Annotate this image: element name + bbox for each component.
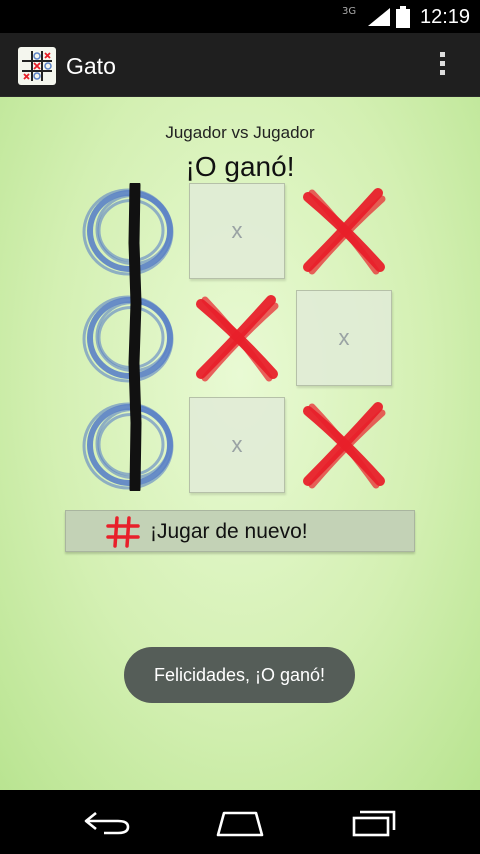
o-mark xyxy=(82,188,174,276)
home-icon[interactable] xyxy=(214,808,266,838)
back-icon[interactable] xyxy=(82,808,134,838)
play-again-button[interactable]: ¡Jugar de nuevo! xyxy=(65,510,415,552)
game-screen: Jugador vs Jugador ¡O ganó! x x x ¡Jugar d… xyxy=(0,97,480,790)
network-indicator: 3G xyxy=(342,6,357,17)
result-label: ¡O ganó! xyxy=(185,151,295,182)
x-mark xyxy=(303,188,386,275)
o-mark xyxy=(82,402,174,490)
board-cell-1-2[interactable]: x xyxy=(296,290,392,386)
board-cell-1-1 xyxy=(189,290,285,386)
game-mode-label: Jugador vs Jugador xyxy=(165,123,315,142)
signal-icon xyxy=(368,8,390,26)
hash-icon xyxy=(106,516,140,548)
x-mark xyxy=(303,402,386,489)
game-board: x x x xyxy=(82,183,402,503)
battery-icon xyxy=(396,6,410,28)
cell-placeholder: x xyxy=(338,325,350,350)
tic-tac-toe-icon xyxy=(18,47,56,85)
o-mark xyxy=(82,295,174,383)
board-cell-2-1[interactable]: x xyxy=(189,397,285,493)
board-cell-1-0 xyxy=(82,290,178,386)
play-again-label: ¡Jugar de nuevo! xyxy=(150,520,308,543)
action-bar: Gato xyxy=(0,33,480,97)
status-bar: 3G 12:19 xyxy=(0,0,480,33)
recents-icon[interactable] xyxy=(348,808,400,838)
cell-placeholder: x xyxy=(231,432,243,457)
app-title: Gato xyxy=(66,53,116,79)
overflow-menu-icon[interactable] xyxy=(430,49,454,81)
board-cell-2-0 xyxy=(82,397,178,493)
x-mark xyxy=(196,295,279,382)
navigation-bar xyxy=(0,790,480,854)
board-cell-2-2 xyxy=(296,397,392,493)
board-cell-0-0 xyxy=(82,183,178,279)
board-cell-0-1[interactable]: x xyxy=(189,183,285,279)
cell-placeholder: x xyxy=(231,218,243,243)
board-cell-0-2 xyxy=(296,183,392,279)
clock: 12:19 xyxy=(420,6,471,28)
toast-message: Felicidades, ¡O ganó! xyxy=(124,647,355,703)
